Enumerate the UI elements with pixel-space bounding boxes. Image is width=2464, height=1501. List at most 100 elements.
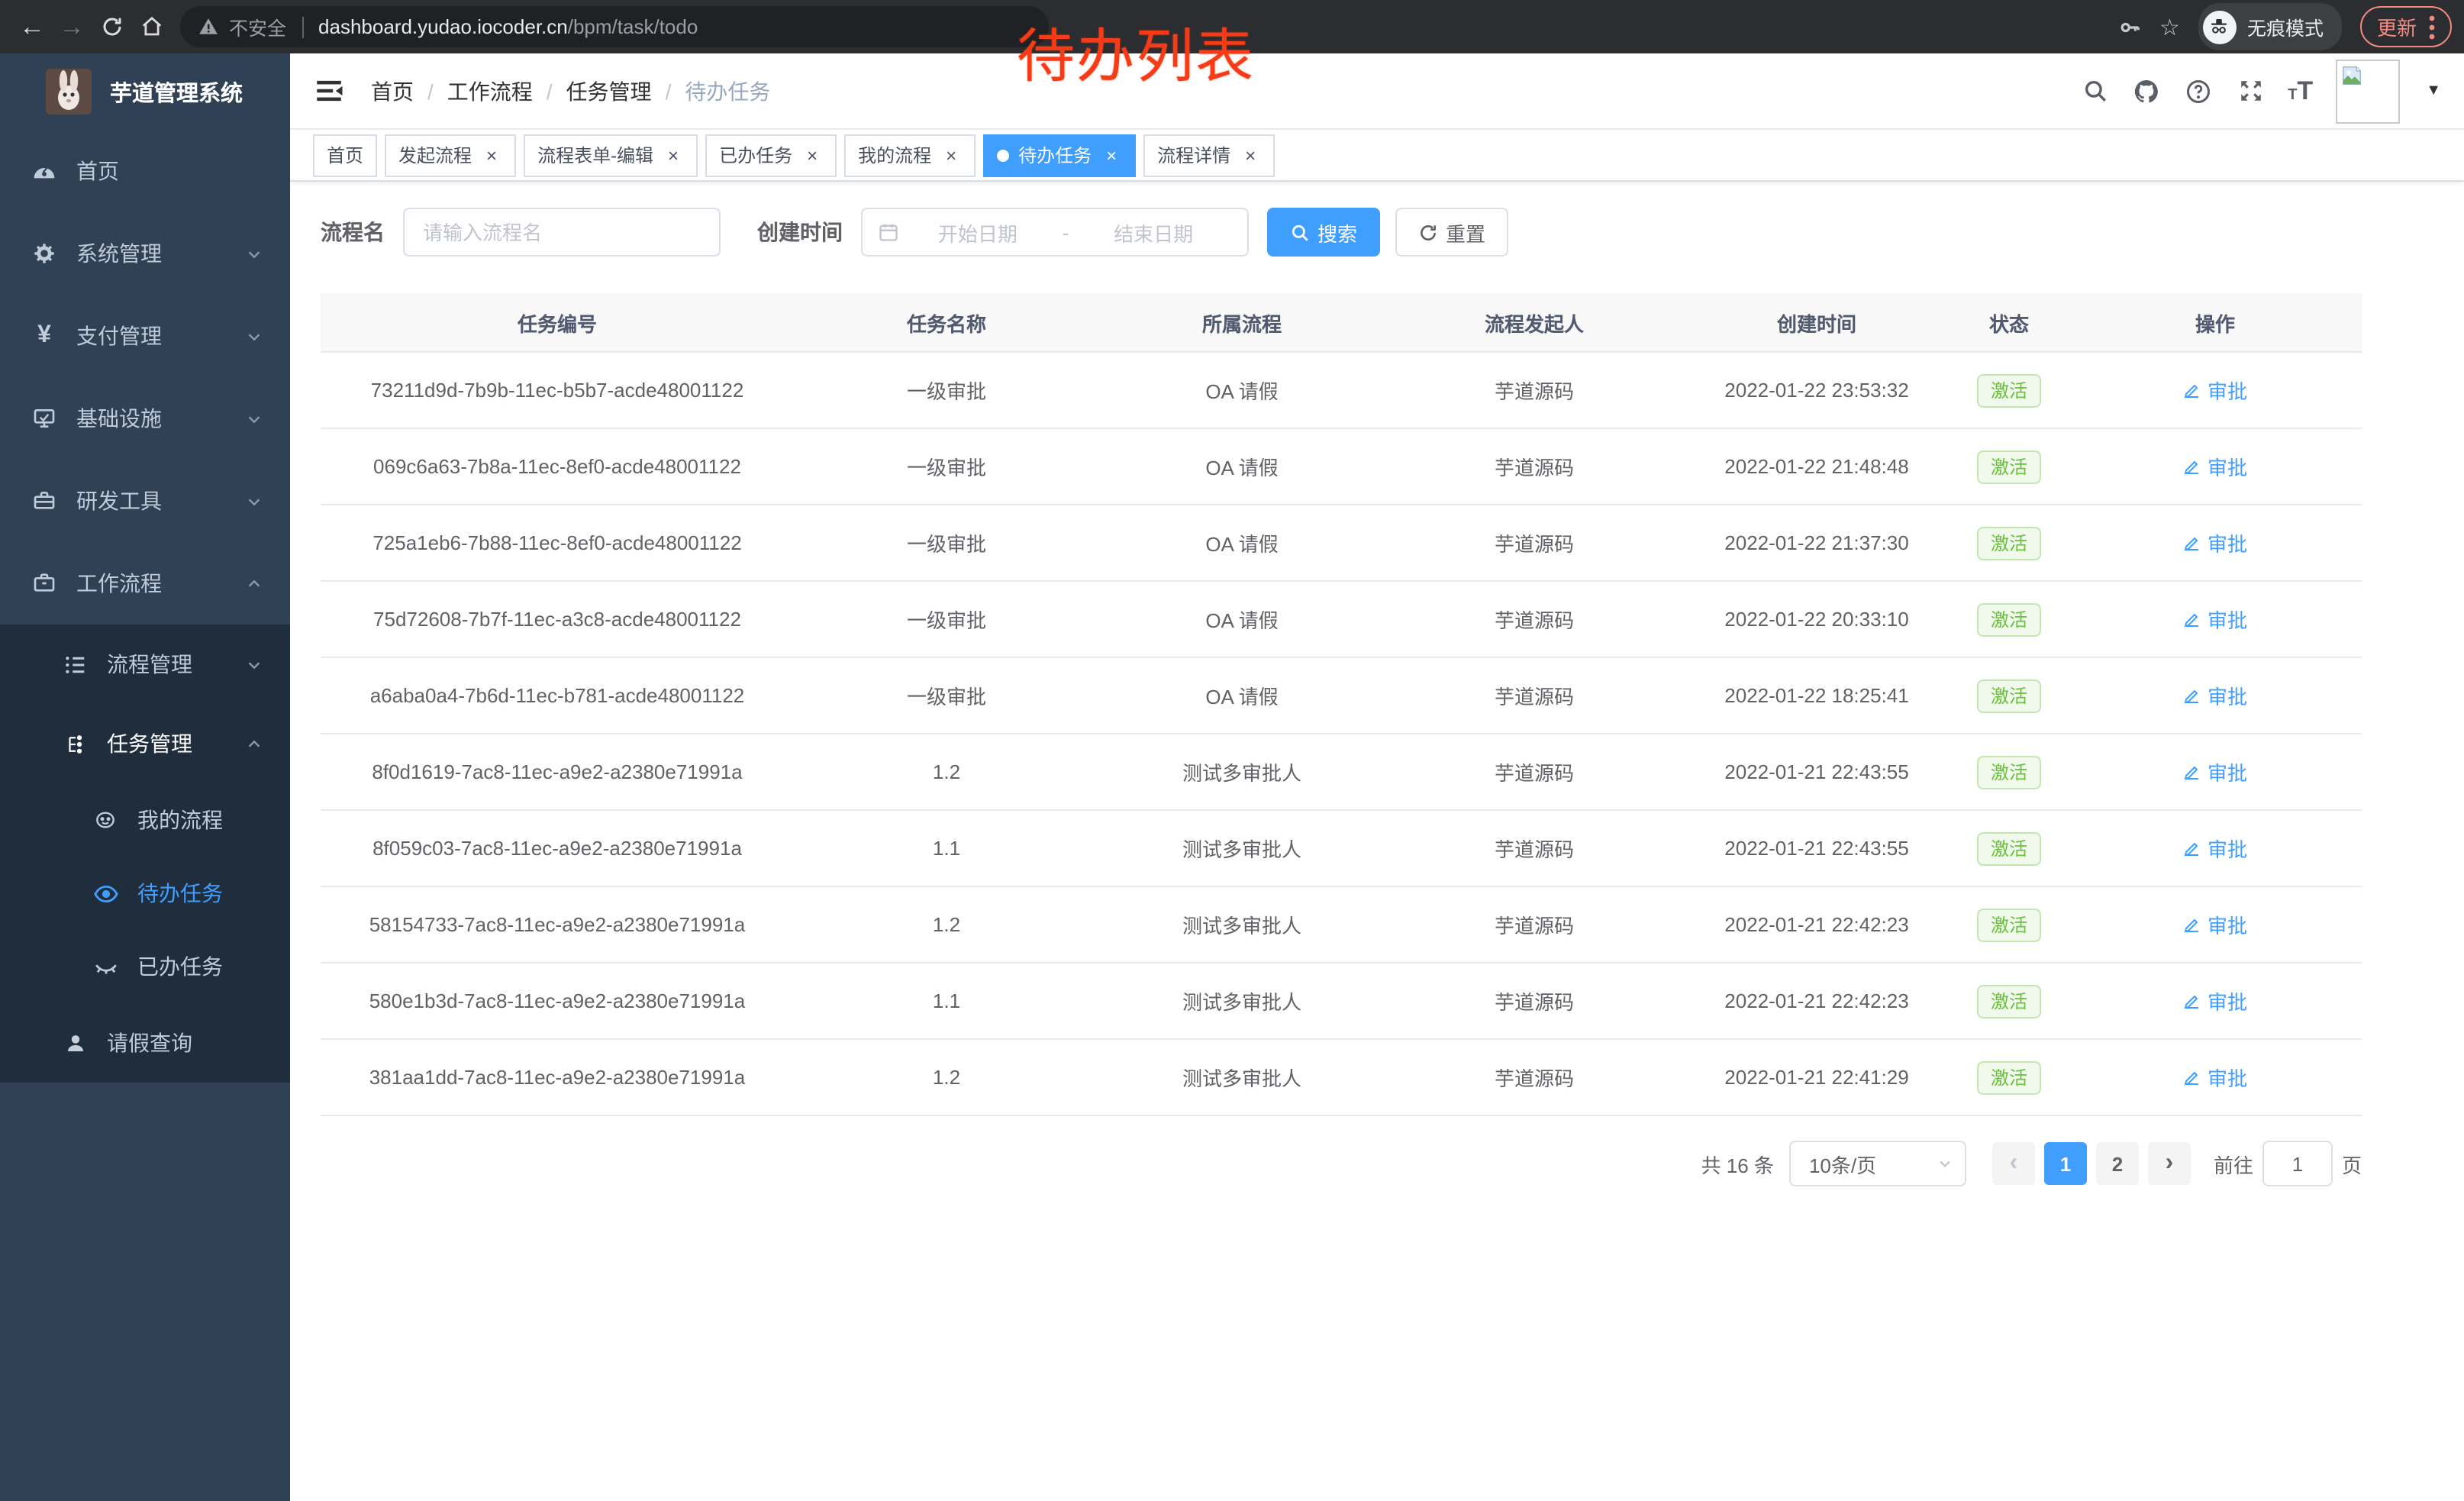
sidebar-fold-icon[interactable]: [313, 74, 347, 108]
chevron-up-icon: [246, 575, 263, 592]
task-id: 069c6a63-7b8a-11ec-8ef0-acde48001122: [321, 428, 794, 505]
page-button-2[interactable]: 2: [2096, 1142, 2139, 1185]
tags-view: 首页 发起流程× 流程表单-编辑× 已办任务× 我的流程× 待办任务× 流程详情…: [290, 130, 2464, 182]
task-time: 2022-01-22 23:53:32: [1684, 352, 1950, 428]
fullscreen-icon[interactable]: [2236, 76, 2265, 105]
chevron-down-icon: [246, 656, 263, 673]
sidebar-item-my-process[interactable]: 我的流程: [0, 783, 290, 857]
sidebar-item-workflow[interactable]: 工作流程: [0, 542, 290, 625]
browser-forward-icon[interactable]: →: [52, 7, 92, 47]
browser-home-icon[interactable]: [131, 7, 171, 47]
avatar-caret-icon[interactable]: ▼: [2426, 82, 2441, 99]
status-badge: 激活: [1977, 908, 2041, 941]
sidebar-item-done-tasks[interactable]: 已办任务: [0, 930, 290, 1003]
approve-link[interactable]: 审批: [2183, 834, 2247, 863]
chevron-down-icon: [246, 410, 263, 427]
font-size-icon[interactable]: TT: [2288, 78, 2313, 104]
table-row: 58154733-7ac8-11ec-a9e2-a2380e71991a 1.2…: [321, 886, 2362, 963]
sidebar-item-devtools[interactable]: 研发工具: [0, 460, 290, 542]
url-host: dashboard.yudao.iocoder.cn: [318, 15, 568, 38]
sidebar-item-task-management[interactable]: 任务管理: [0, 704, 290, 783]
task-process: OA 请假: [1099, 581, 1385, 657]
avatar[interactable]: [2336, 59, 2400, 123]
goto-page-input[interactable]: [2262, 1141, 2333, 1186]
task-time: 2022-01-22 21:48:48: [1684, 428, 1950, 505]
header-search-icon[interactable]: [2080, 76, 2109, 105]
approve-link[interactable]: 审批: [2183, 528, 2247, 557]
close-icon[interactable]: ×: [940, 135, 962, 175]
tab-home[interactable]: 首页: [313, 134, 377, 176]
sidebar-item-infrastructure[interactable]: 基础设施: [0, 377, 290, 460]
approve-link[interactable]: 审批: [2183, 605, 2247, 634]
table-row: a6aba0a4-7b6d-11ec-b781-acde48001122 一级审…: [321, 657, 2362, 734]
process-name-input[interactable]: [403, 208, 721, 257]
sidebar-item-label: 基础设施: [76, 403, 162, 434]
browser-menu-icon[interactable]: [2429, 15, 2435, 39]
edit-icon: [2183, 763, 2201, 781]
status-badge: 激活: [1977, 1060, 2041, 1094]
sidebar-logo[interactable]: 芋道管理系统: [0, 53, 290, 130]
close-icon[interactable]: ×: [1240, 135, 1261, 175]
task-time: 2022-01-21 22:41:29: [1684, 1039, 1950, 1115]
chevron-up-icon: [246, 735, 263, 752]
task-starter: 芋道源码: [1385, 734, 1684, 810]
browser-reload-icon[interactable]: [92, 7, 131, 47]
tab-process-detail[interactable]: 流程详情×: [1143, 134, 1275, 176]
breadcrumb-home[interactable]: 首页: [371, 76, 414, 106]
close-icon[interactable]: ×: [663, 135, 684, 175]
page-size-select[interactable]: 10条/页: [1789, 1141, 1966, 1186]
chevron-down-icon: [246, 492, 263, 509]
edit-icon: [2183, 610, 2201, 628]
url-path: /bpm/task/todo: [568, 15, 698, 38]
close-icon[interactable]: ×: [801, 135, 823, 175]
sidebar-item-todo-tasks[interactable]: 待办任务: [0, 857, 290, 930]
tab-process-form-edit[interactable]: 流程表单-编辑×: [524, 134, 698, 176]
breadcrumb-workflow[interactable]: 工作流程: [447, 76, 533, 106]
bookmark-star-icon[interactable]: ☆: [2159, 13, 2180, 40]
next-page-button[interactable]: ›: [2148, 1142, 2191, 1185]
task-id: 58154733-7ac8-11ec-a9e2-a2380e71991a: [321, 886, 794, 963]
page-button-1[interactable]: 1: [2044, 1142, 2087, 1185]
sidebar-item-home[interactable]: 首页: [0, 130, 290, 212]
search-button[interactable]: 搜索: [1267, 208, 1380, 257]
col-task-id: 任务编号: [321, 293, 794, 352]
sidebar-item-label: 支付管理: [76, 321, 162, 351]
search-icon: [1290, 222, 1310, 242]
approve-link[interactable]: 审批: [2183, 986, 2247, 1015]
prev-page-button[interactable]: ‹: [1992, 1142, 2035, 1185]
task-id: 75d72608-7b7f-11ec-a3c8-acde48001122: [321, 581, 794, 657]
sidebar-item-process-management[interactable]: 流程管理: [0, 625, 290, 704]
breadcrumb-task-management[interactable]: 任务管理: [566, 76, 652, 106]
tab-start-process[interactable]: 发起流程×: [385, 134, 516, 176]
status-badge: 激活: [1977, 526, 2041, 560]
tab-done-tasks[interactable]: 已办任务×: [705, 134, 837, 176]
approve-link[interactable]: 审批: [2183, 376, 2247, 405]
address-bar[interactable]: 不安全 dashboard.yudao.iocoder.cn/bpm/task/…: [180, 6, 1049, 47]
sidebar-item-system[interactable]: 系统管理: [0, 212, 290, 295]
approve-link[interactable]: 审批: [2183, 1063, 2247, 1092]
help-icon[interactable]: [2184, 76, 2213, 105]
sidebar-item-leave-query[interactable]: 请假查询: [0, 1003, 290, 1083]
tab-todo-tasks[interactable]: 待办任务×: [983, 134, 1136, 176]
approve-link[interactable]: 审批: [2183, 910, 2247, 939]
tab-my-process[interactable]: 我的流程×: [844, 134, 976, 176]
approve-link[interactable]: 审批: [2183, 757, 2247, 786]
approve-link[interactable]: 审批: [2183, 452, 2247, 481]
create-time-label: 创建时间: [757, 217, 843, 247]
edit-icon: [2183, 381, 2201, 399]
close-icon[interactable]: ×: [481, 135, 502, 175]
browser-back-icon[interactable]: ←: [12, 7, 52, 47]
sidebar-item-payment[interactable]: ¥ 支付管理: [0, 295, 290, 377]
browser-update-button[interactable]: 更新: [2360, 6, 2452, 47]
password-key-icon[interactable]: [2117, 15, 2141, 39]
github-icon[interactable]: [2132, 76, 2161, 105]
date-range-picker[interactable]: 开始日期 - 结束日期: [861, 208, 1249, 257]
reset-button[interactable]: 重置: [1395, 208, 1508, 257]
refresh-icon: [1418, 222, 1438, 242]
approve-link[interactable]: 审批: [2183, 681, 2247, 710]
edit-icon: [2183, 915, 2201, 934]
table-row: 069c6a63-7b8a-11ec-8ef0-acde48001122 一级审…: [321, 428, 2362, 505]
dashboard-icon: [31, 159, 58, 183]
yen-icon: ¥: [31, 322, 58, 350]
close-icon[interactable]: ×: [1101, 135, 1122, 175]
